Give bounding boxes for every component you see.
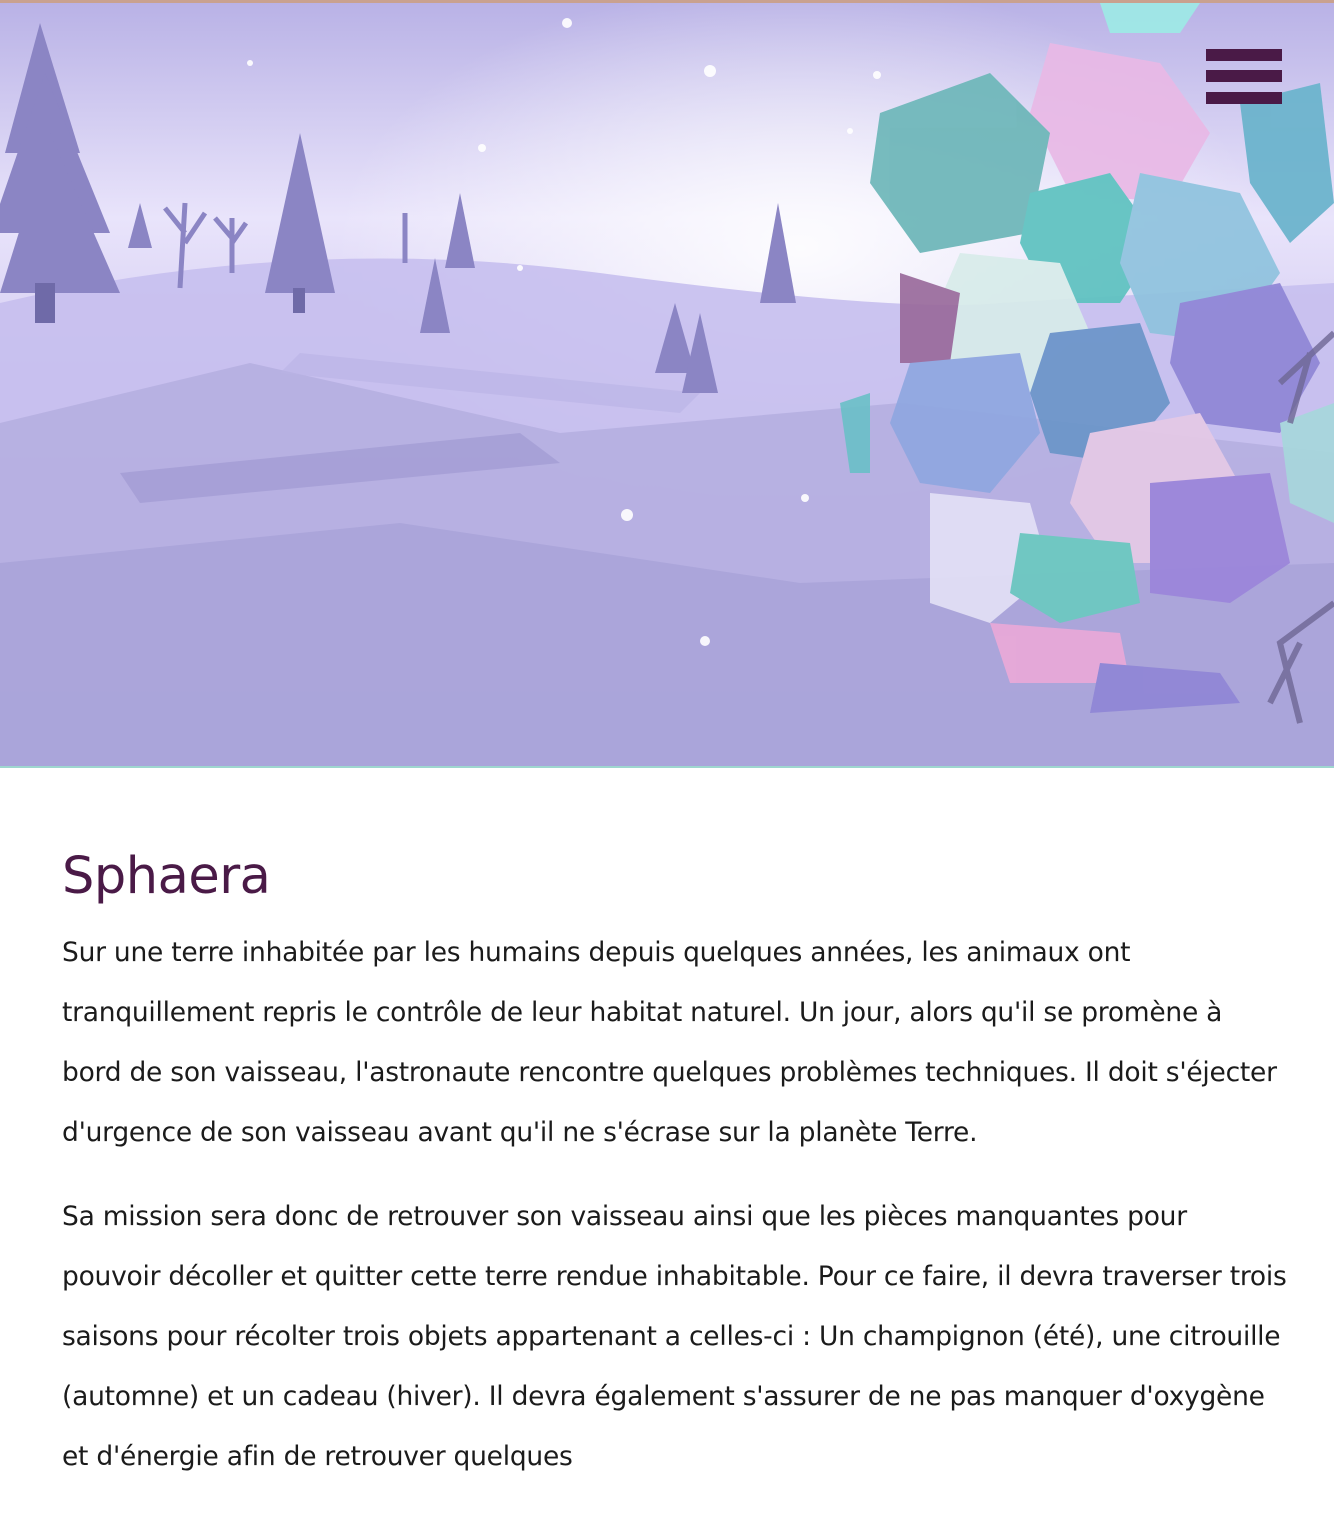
article: Sphaera Sur une terre inhabitée par les … xyxy=(62,845,1287,1487)
hero-banner xyxy=(0,0,1334,768)
menu-bar-bottom xyxy=(1206,92,1282,104)
page-title: Sphaera xyxy=(62,847,271,906)
menu-bar-middle xyxy=(1206,70,1282,82)
hamburger-menu-icon[interactable] xyxy=(1204,47,1284,107)
menu-bar-top xyxy=(1206,49,1282,61)
paragraph-mission: Sa mission sera donc de retrouver son va… xyxy=(62,1201,1287,1472)
paragraph-intro: Sur une terre inhabitée par les humains … xyxy=(62,937,1277,1148)
hero-illustration xyxy=(0,3,1334,766)
